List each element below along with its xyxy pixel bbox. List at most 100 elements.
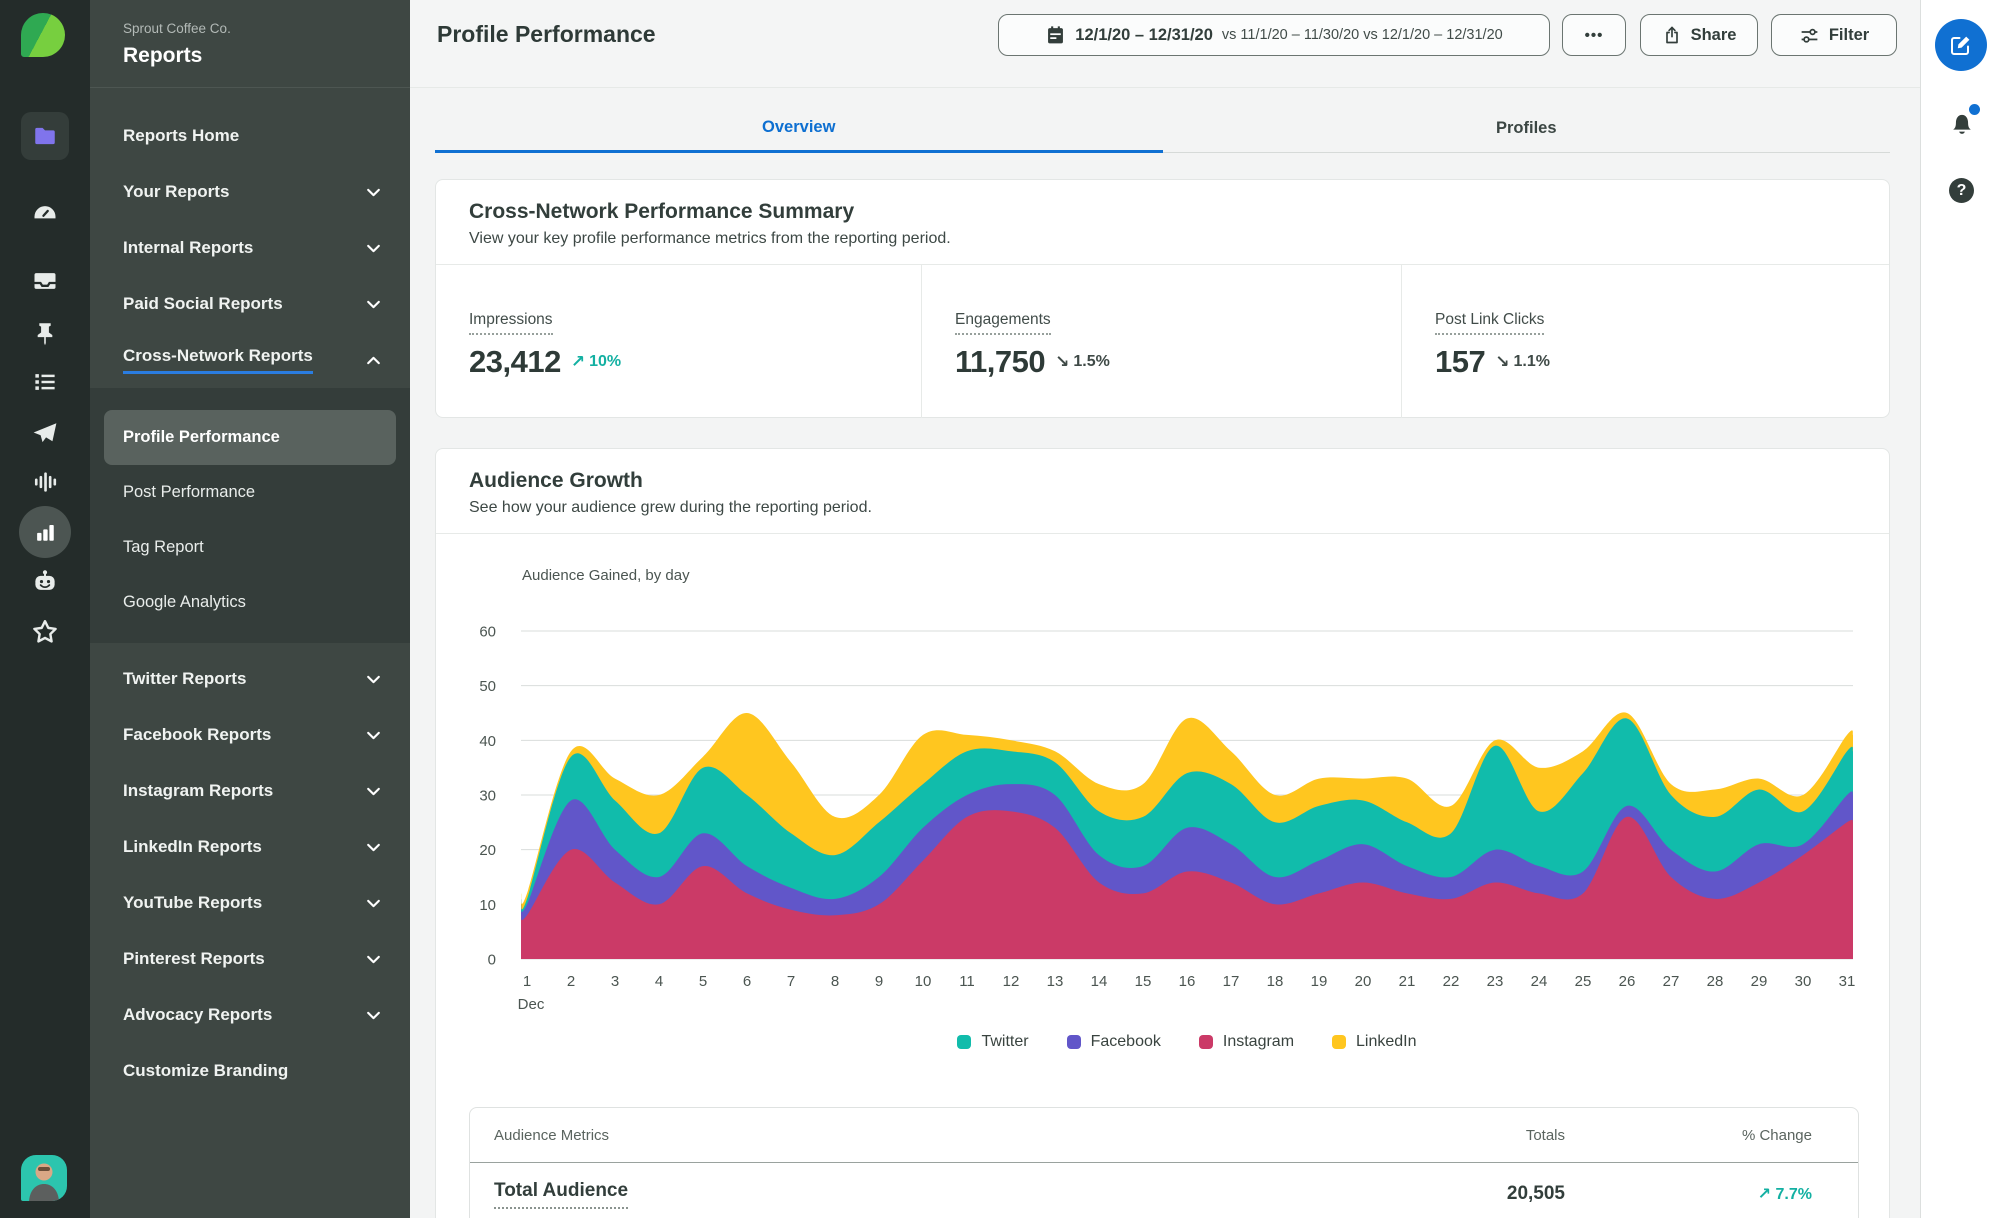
legend-item-instagram[interactable]: Instagram: [1198, 1033, 1294, 1051]
help-icon[interactable]: ?: [1949, 178, 1974, 203]
growth-title: Audience Growth: [469, 469, 643, 492]
metric-label[interactable]: Post Link Clicks: [1435, 311, 1545, 335]
legend-item-linkedin[interactable]: LinkedIn: [1332, 1033, 1417, 1051]
legend-swatch-icon: [1332, 1035, 1347, 1049]
rail-pin-icon[interactable]: [21, 309, 69, 357]
chevron-down-icon: [365, 1007, 382, 1024]
svg-text:15: 15: [1135, 973, 1152, 990]
user-avatar[interactable]: [21, 1155, 67, 1201]
utility-rail: ?: [1920, 0, 2000, 1218]
avatar-person-icon: [29, 1163, 59, 1201]
summary-title: Cross-Network Performance Summary: [469, 200, 855, 223]
svg-text:29: 29: [1751, 973, 1768, 990]
svg-text:25: 25: [1575, 973, 1592, 990]
filter-label: Filter: [1828, 25, 1870, 44]
sidebar-item-advocacy-reports[interactable]: Advocacy Reports: [90, 987, 410, 1043]
sidebar-item-label: Customize Branding: [123, 1061, 289, 1080]
legend-item-twitter[interactable]: Twitter: [957, 1033, 1029, 1051]
date-range-button[interactable]: 12/1/20 – 12/31/20 vs 11/1/20 – 11/30/20…: [998, 14, 1550, 56]
svg-text:13: 13: [1047, 973, 1064, 990]
subnav-item-tag-report[interactable]: Tag Report: [104, 520, 396, 575]
svg-text:6: 6: [743, 973, 751, 990]
cross-network-subnav: Profile Performance Post Performance Tag R…: [90, 388, 410, 643]
rail-star-icon[interactable]: [21, 608, 69, 656]
sidebar-item-reports-home[interactable]: Reports Home: [90, 108, 410, 164]
page-title: Profile Performance: [437, 21, 656, 47]
svg-text:20: 20: [1355, 973, 1372, 990]
tab-overview[interactable]: Overview: [435, 104, 1163, 153]
notifications-button[interactable]: [1948, 104, 1980, 136]
rail-folder-icon[interactable]: [21, 112, 69, 160]
metric-value: 157: [1435, 344, 1486, 379]
rail-inbox-icon[interactable]: [21, 257, 69, 305]
metric-label[interactable]: Engagements: [955, 311, 1051, 335]
more-options-button[interactable]: •••: [1562, 14, 1626, 56]
svg-text:50: 50: [479, 678, 496, 695]
svg-text:60: 60: [479, 624, 496, 641]
subnav-item-google-analytics[interactable]: Google Analytics: [104, 575, 396, 630]
svg-text:10: 10: [479, 897, 496, 914]
sidebar-item-internal-reports[interactable]: Internal Reports: [90, 220, 410, 276]
trend-arrow-icon: ↘: [1055, 352, 1070, 371]
chevron-down-icon: [365, 240, 382, 257]
sidebar-item-customize-branding[interactable]: Customize Branding: [90, 1043, 410, 1099]
rail-gauge-icon[interactable]: [21, 190, 69, 238]
sidebar-item-label: LinkedIn Reports: [123, 837, 262, 856]
compose-pencil-icon: [1951, 36, 1970, 55]
sidebar-item-label: Facebook Reports: [123, 725, 272, 744]
sidebar-item-label: Internal Reports: [123, 238, 254, 257]
reports-sidebar: Sprout Coffee Co. Reports Reports Home Yo…: [90, 0, 410, 1218]
chevron-down-icon: [365, 184, 382, 201]
table-header-row: Audience Metrics Totals % Change: [470, 1108, 1858, 1163]
sidebar-item-label: Twitter Reports: [123, 669, 247, 688]
legend-item-facebook[interactable]: Facebook: [1066, 1033, 1161, 1051]
tab-profiles[interactable]: Profiles: [1162, 104, 1890, 153]
rail-bot-icon[interactable]: [21, 558, 69, 606]
subnav-item-profile-performance[interactable]: Profile Performance: [104, 410, 396, 465]
filter-sliders-icon: [1801, 28, 1818, 43]
rail-waveform-icon[interactable]: [21, 458, 69, 506]
calendar-icon: [1048, 25, 1064, 43]
date-range-primary: 12/1/20 – 12/31/20: [1075, 25, 1213, 44]
sidebar-item-cross-network-reports[interactable]: Cross-Network Reports: [90, 332, 410, 388]
sidebar-item-your-reports[interactable]: Your Reports: [90, 164, 410, 220]
svg-text:5: 5: [699, 973, 707, 990]
svg-text:0: 0: [488, 952, 496, 969]
sidebar-item-label: Instagram Reports: [123, 781, 274, 800]
sidebar-item-linkedin-reports[interactable]: LinkedIn Reports: [90, 819, 410, 875]
row-total-value: 20,505: [1506, 1183, 1565, 1204]
svg-text:21: 21: [1399, 973, 1416, 990]
svg-text:16: 16: [1179, 973, 1196, 990]
chevron-up-icon: [365, 352, 382, 369]
sidebar-item-label: Advocacy Reports: [123, 1005, 273, 1024]
rail-bar-chart-icon[interactable]: [19, 506, 71, 558]
sidebar-item-youtube-reports[interactable]: YouTube Reports: [90, 875, 410, 931]
subnav-item-post-performance[interactable]: Post Performance: [104, 465, 396, 520]
sidebar-item-facebook-reports[interactable]: Facebook Reports: [90, 707, 410, 763]
svg-text:19: 19: [1311, 973, 1328, 990]
date-range-comparisons: vs 11/1/20 – 11/30/20 vs 12/1/20 – 12/31…: [1221, 27, 1503, 43]
table-row: Total Audience 20,505 ↗ 7.7%: [470, 1163, 1858, 1218]
sidebar-item-twitter-reports[interactable]: Twitter Reports: [90, 651, 410, 707]
rail-list-icon[interactable]: [21, 358, 69, 406]
svg-text:31: 31: [1839, 973, 1856, 990]
metric-value: 11,750: [955, 344, 1046, 379]
metric-value: 23,412: [469, 344, 561, 379]
sidebar-header: Sprout Coffee Co. Reports: [90, 0, 410, 88]
svg-text:11: 11: [959, 973, 975, 990]
rail-send-icon[interactable]: [21, 408, 69, 456]
svg-text:20: 20: [479, 842, 496, 859]
svg-text:8: 8: [831, 973, 839, 990]
svg-text:18: 18: [1267, 973, 1284, 990]
sidebar-item-paid-social-reports[interactable]: Paid Social Reports: [90, 276, 410, 332]
compose-button[interactable]: [1935, 19, 1987, 71]
svg-text:17: 17: [1223, 973, 1240, 990]
sidebar-item-pinterest-reports[interactable]: Pinterest Reports: [90, 931, 410, 987]
sidebar-item-instagram-reports[interactable]: Instagram Reports: [90, 763, 410, 819]
metric-label[interactable]: Impressions: [469, 311, 553, 335]
row-metric-label[interactable]: Total Audience: [494, 1180, 629, 1209]
sprout-leaf-logo-icon[interactable]: [21, 13, 65, 57]
filter-button[interactable]: Filter: [1771, 14, 1897, 56]
audience-growth-chart[interactable]: 01020304050601 2 3 4 5 6 7 8 9 10 11 12 13 14 15 16 17 18…: [436, 549, 1891, 1019]
share-button[interactable]: Share: [1640, 14, 1758, 56]
